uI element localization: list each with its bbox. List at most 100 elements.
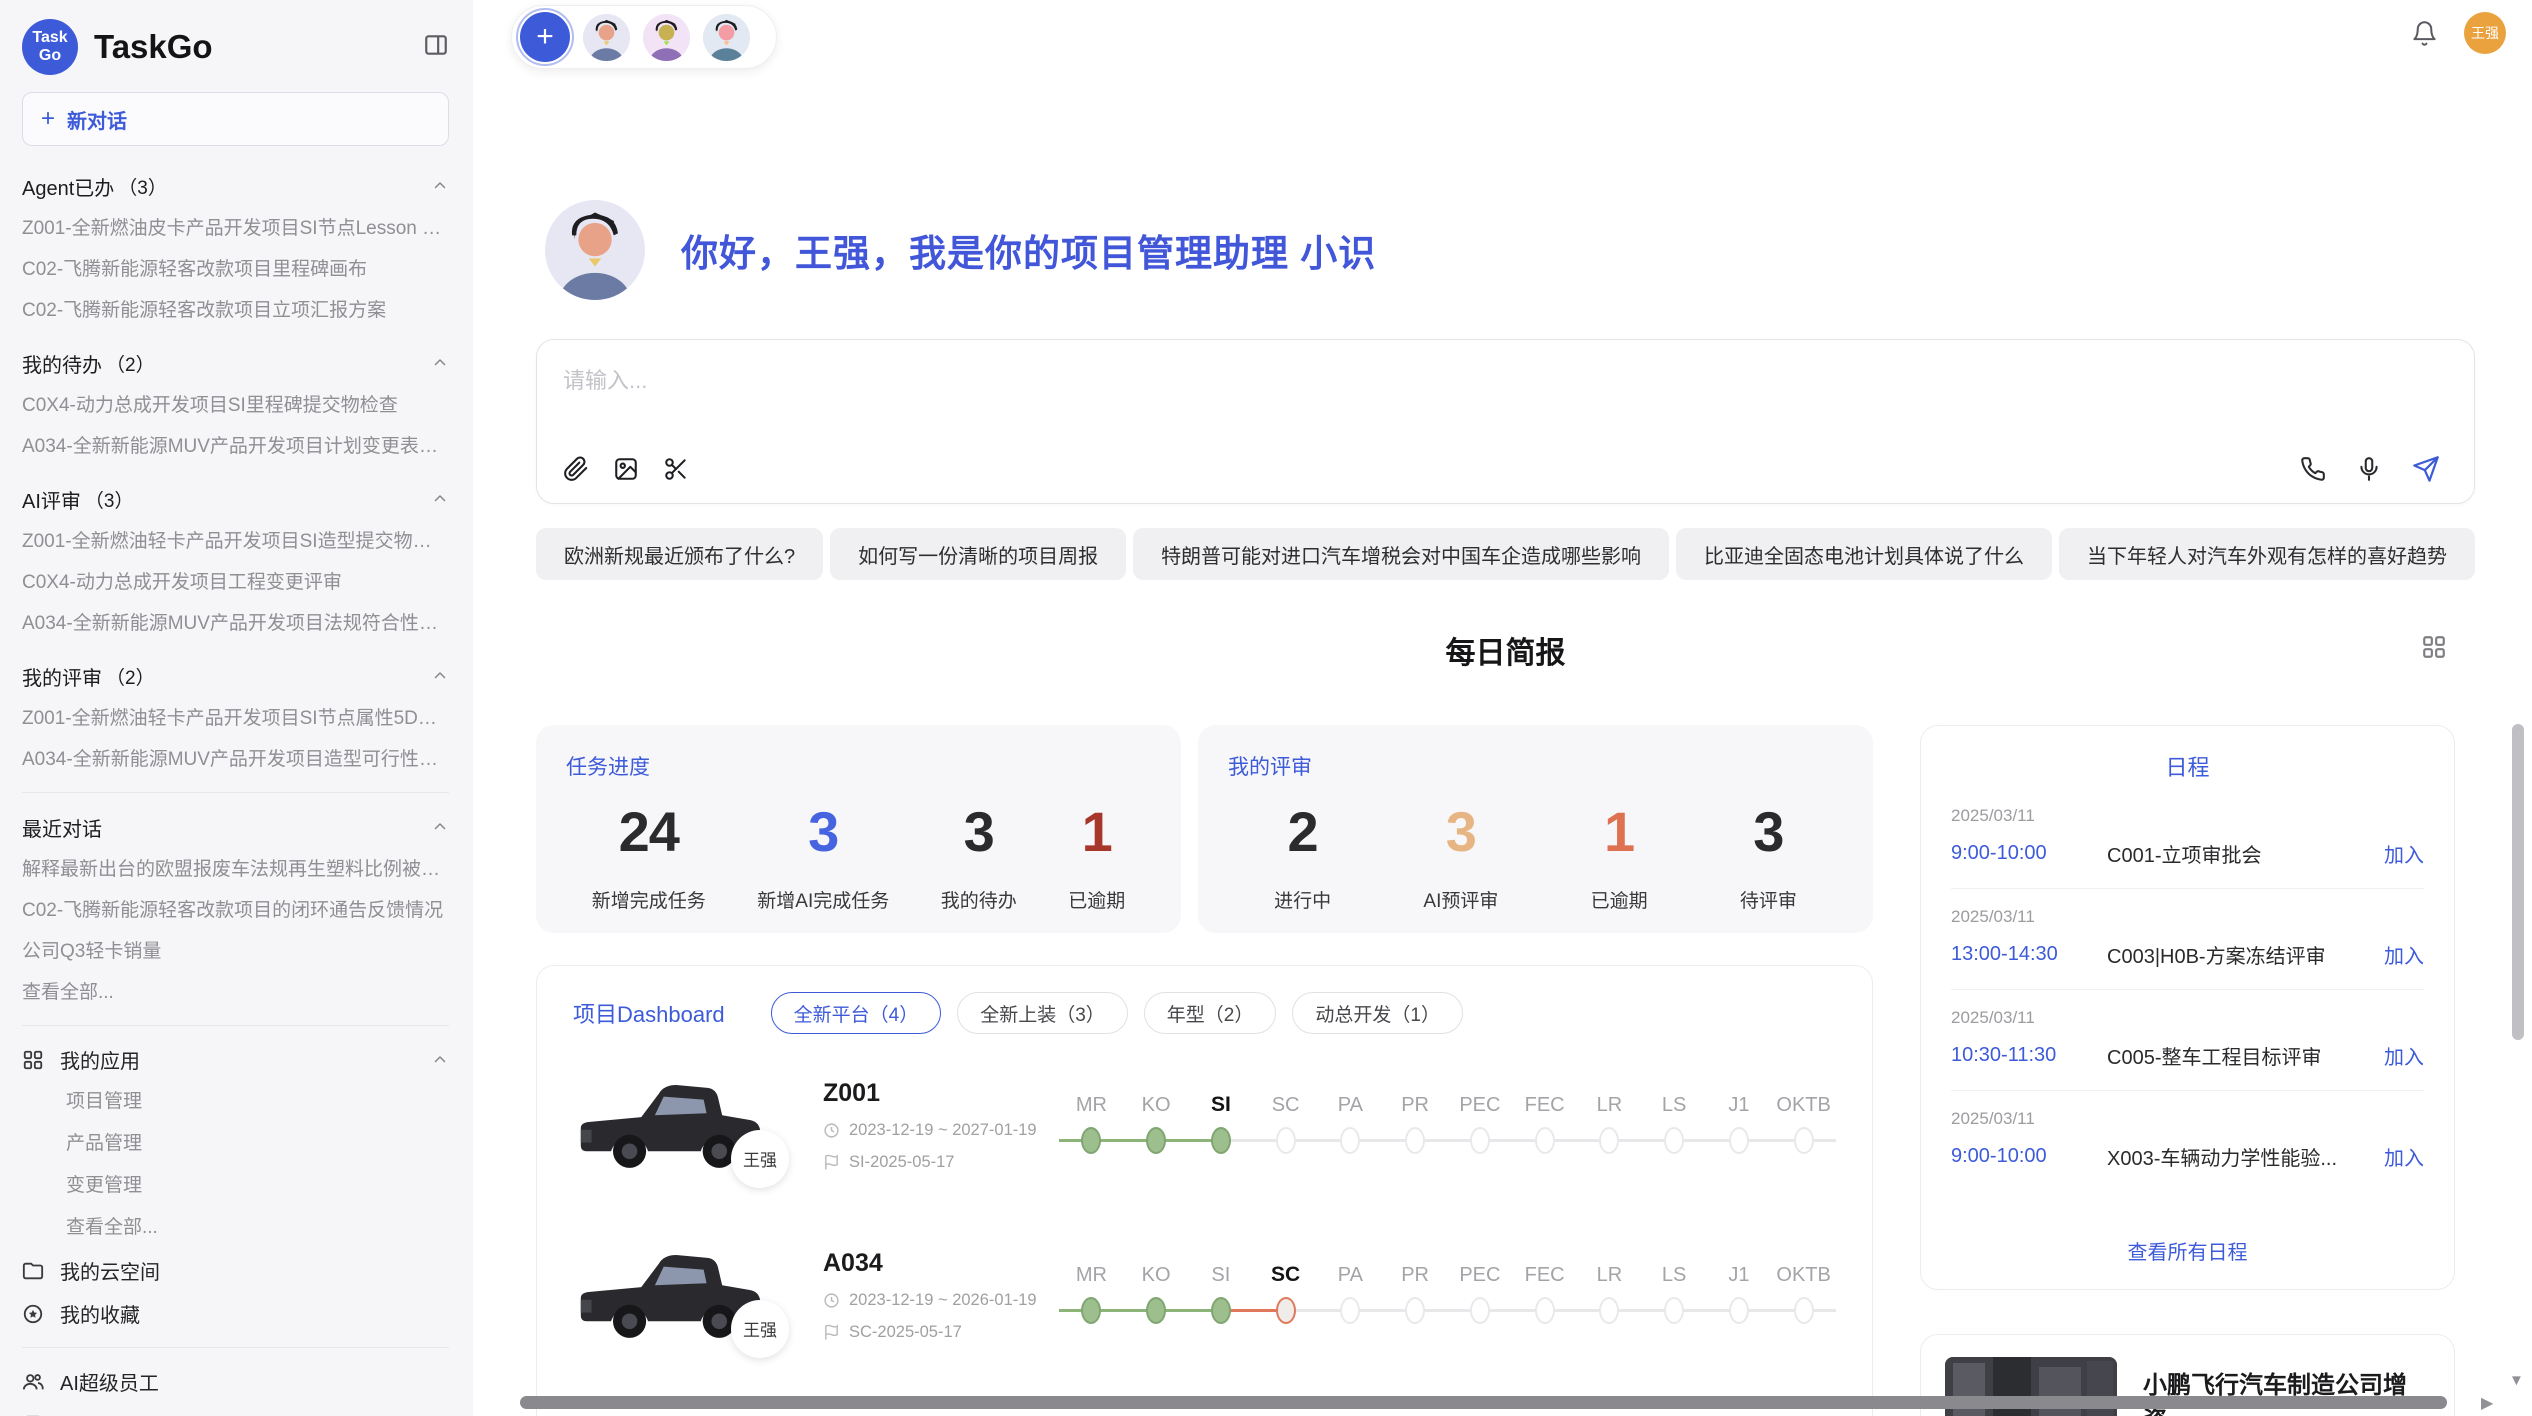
- chat-input[interactable]: [563, 368, 2440, 394]
- sidebar-item[interactable]: C0X4-动力总成开发项目工程变更评审: [22, 562, 449, 603]
- milestone-dot: [1405, 1127, 1425, 1154]
- chat-input-card: [536, 339, 2475, 504]
- milestone-dot-row: [1383, 1287, 1448, 1333]
- sidebar-item[interactable]: 解释最新出台的欧盟报废车法规再生塑料比例被调到15%...: [22, 849, 449, 890]
- chevron-up-icon[interactable]: [431, 1051, 449, 1069]
- sidebar-item[interactable]: Z001-全新燃油皮卡产品开发项目SI节点Lesson Learn报告: [22, 208, 449, 249]
- dashboard-filter-tab[interactable]: 全新上装（3）: [957, 992, 1128, 1034]
- sidebar-item[interactable]: C02-飞腾新能源轻客改款项目的闭环通告反馈情况: [22, 890, 449, 931]
- agent-avatar-1[interactable]: [583, 14, 630, 61]
- project-row[interactable]: 王强 A034 2023-12-19 ~ 2026-01-19 SC-2025-…: [573, 1216, 1836, 1374]
- milestone-dot: [1794, 1127, 1814, 1154]
- sidebar-item[interactable]: 查看全部...: [22, 972, 449, 1013]
- milestone-step: SI: [1189, 1251, 1254, 1333]
- sidebar-item-my-apps[interactable]: 我的应用: [22, 1038, 449, 1081]
- join-meeting-link[interactable]: 加入: [2384, 1142, 2424, 1171]
- project-row[interactable]: 王强 Z001 2023-12-19 ~ 2027-01-19 SI-2025-…: [573, 1046, 1836, 1204]
- chevron-up-icon[interactable]: [431, 818, 449, 836]
- milestone-dot: [1340, 1297, 1360, 1324]
- dashboard-filter-tab[interactable]: 动总开发（1）: [1292, 992, 1463, 1034]
- scroll-right-arrow[interactable]: ▶: [2481, 1393, 2493, 1413]
- phone-icon[interactable]: [2300, 456, 2326, 482]
- sidebar-subitem[interactable]: 查看全部...: [22, 1207, 449, 1249]
- send-icon[interactable]: [2412, 455, 2440, 483]
- suggestion-chip[interactable]: 欧洲新规最近颁布了什么?: [536, 528, 823, 580]
- sidebar-section-header[interactable]: 我的待办 （2）: [22, 341, 449, 385]
- top-right-actions: 王强: [2411, 12, 2506, 54]
- sidebar-section-header[interactable]: 最近对话: [22, 805, 449, 849]
- agent-avatar-3[interactable]: [703, 14, 750, 61]
- stat-value: 1: [1068, 799, 1125, 864]
- milestone-label: SI: [1211, 1081, 1231, 1117]
- join-meeting-link[interactable]: 加入: [2384, 839, 2424, 868]
- star-circle-icon: [22, 1303, 44, 1325]
- input-toolbar: [563, 455, 2440, 483]
- stat-metric: 3 我的待办: [941, 799, 1017, 913]
- suggestion-chip[interactable]: 比亚迪全固态电池计划具体说了什么: [1676, 528, 2052, 580]
- microphone-icon[interactable]: [2356, 456, 2382, 482]
- horizontal-scrollbar[interactable]: [520, 1396, 2447, 1409]
- milestone-dot-row: [1253, 1287, 1318, 1333]
- image-icon[interactable]: [613, 456, 639, 482]
- add-agent-button[interactable]: +: [520, 12, 570, 62]
- chevron-up-icon[interactable]: [431, 667, 449, 685]
- agent-avatar-2[interactable]: [643, 14, 690, 61]
- my-review-card: 我的评审 2 进行中 3 AI预评审 1 已逾期 3 待评审: [1198, 725, 1873, 933]
- scissors-icon[interactable]: [663, 456, 689, 482]
- milestone-label: LR: [1597, 1081, 1623, 1117]
- scroll-down-arrow[interactable]: ▼: [2509, 1372, 2524, 1389]
- milestone-step: PEC: [1448, 1081, 1513, 1163]
- vertical-scrollbar[interactable]: [2512, 724, 2524, 1040]
- sidebar-subitem[interactable]: 项目管理: [22, 1081, 449, 1123]
- project-car-image: 王强: [573, 1067, 783, 1184]
- sidebar-item[interactable]: A034-全新新能源MUV产品开发项目法规符合性评审: [22, 603, 449, 644]
- dashboard-filter-tab[interactable]: 年型（2）: [1144, 992, 1277, 1034]
- chevron-up-icon[interactable]: [431, 354, 449, 372]
- suggestion-chip[interactable]: 特朗普可能对进口汽车增税会对中国车企造成哪些影响: [1133, 528, 1669, 580]
- join-meeting-link[interactable]: 加入: [2384, 1041, 2424, 1070]
- new-chat-button[interactable]: + 新对话: [22, 92, 449, 146]
- schedule-item: 2025/03/11 9:00-10:00 C001-立项审批会 加入: [1951, 788, 2424, 889]
- sidebar-subitem[interactable]: 产品管理: [22, 1123, 449, 1165]
- sidebar-item[interactable]: Z001-全新燃油轻卡产品开发项目SI节点属性5D文件评审: [22, 698, 449, 739]
- sidebar-item-ai-employee[interactable]: AI超级员工: [22, 1360, 449, 1403]
- milestone-dot-row: [1059, 1287, 1124, 1333]
- sidebar-item[interactable]: A034-全新新能源MUV产品开发项目计划变更表编写: [22, 426, 449, 467]
- chevron-up-icon[interactable]: [431, 177, 449, 195]
- sidebar-item[interactable]: A034-全新新能源MUV产品开发项目造型可行性评审: [22, 739, 449, 780]
- sidebar-item-help-write[interactable]: 帮我写作: [22, 1403, 449, 1416]
- sidebar-subitem[interactable]: 变更管理: [22, 1165, 449, 1207]
- sidebar-section-header[interactable]: Agent已办 （3）: [22, 164, 449, 208]
- sidebar-item-cloud-space[interactable]: 我的云空间: [22, 1249, 449, 1292]
- sidebar-section-header[interactable]: AI评审 （3）: [22, 477, 449, 521]
- user-avatar[interactable]: 王强: [2464, 12, 2506, 54]
- milestone-dot-row: [1771, 1117, 1836, 1163]
- sidebar-item[interactable]: Z001-全新燃油轻卡产品开发项目SI造型提交物评审: [22, 521, 449, 562]
- suggestion-chip[interactable]: 当下年轻人对汽车外观有怎样的喜好趋势: [2059, 528, 2475, 580]
- sidebar-item[interactable]: C02-飞腾新能源轻客改款项目里程碑画布: [22, 249, 449, 290]
- schedule-item: 2025/03/11 13:00-14:30 C003|H0B-方案冻结评审 加…: [1951, 889, 2424, 990]
- schedule-title: X003-车辆动力学性能验...: [2107, 1142, 2370, 1171]
- dashboard-filter-tab[interactable]: 全新平台（4）: [771, 992, 942, 1034]
- truck-icon: [573, 1409, 768, 1416]
- milestone-label: MR: [1076, 1081, 1107, 1117]
- milestone-dot: [1276, 1297, 1296, 1324]
- attachment-icon[interactable]: [563, 456, 589, 482]
- sidebar-item[interactable]: C0X4-动力总成开发项目SI里程碑提交物检查: [22, 385, 449, 426]
- chevron-up-icon[interactable]: [431, 490, 449, 508]
- view-all-schedule-link[interactable]: 查看所有日程: [1951, 1226, 2424, 1269]
- sidebar-section-header[interactable]: 我的评审 （2）: [22, 654, 449, 698]
- suggestion-chip[interactable]: 如何写一份清晰的项目周报: [830, 528, 1126, 580]
- section-items: 解释最新出台的欧盟报废车法规再生塑料比例被调到15%... C02-飞腾新能源轻…: [22, 849, 449, 1013]
- notifications-bell-icon[interactable]: [2411, 20, 2438, 47]
- layout-grid-icon[interactable]: [2421, 634, 2447, 665]
- sidebar-item[interactable]: 公司Q3轻卡销量: [22, 931, 449, 972]
- milestone-label: J1: [1728, 1081, 1749, 1117]
- sidebar-item[interactable]: C02-飞腾新能源轻客改款项目立项汇报方案: [22, 290, 449, 331]
- project-dates: 2023-12-19 ~ 2026-01-19: [849, 1291, 1037, 1310]
- sidebar-item-favorites[interactable]: 我的收藏: [22, 1292, 449, 1335]
- daily-brief-title: 每日简报: [1446, 637, 1566, 670]
- milestone-dot-row: [1512, 1287, 1577, 1333]
- collapse-sidebar-icon[interactable]: [423, 32, 449, 63]
- join-meeting-link[interactable]: 加入: [2384, 940, 2424, 969]
